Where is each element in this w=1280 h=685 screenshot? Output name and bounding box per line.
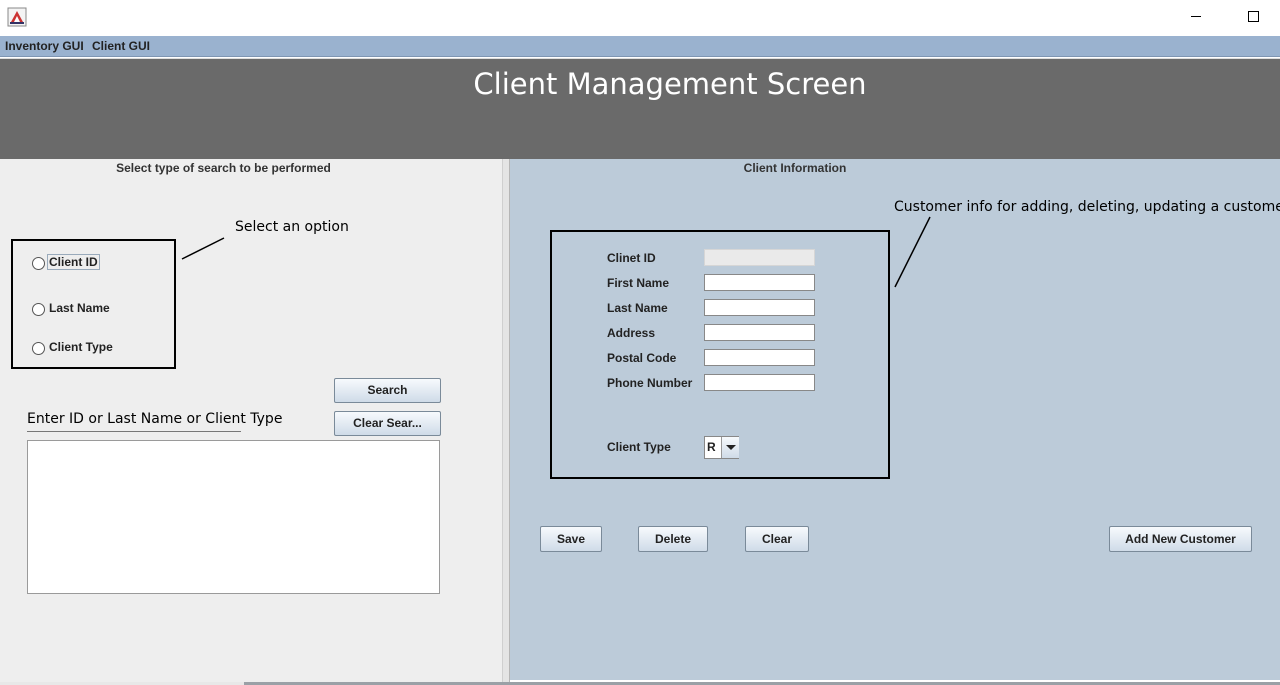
radio-last-name-label: Last Name	[49, 301, 110, 315]
window-title-bar	[0, 0, 1280, 36]
minimize-button[interactable]	[1184, 8, 1208, 26]
maximize-button[interactable]	[1242, 8, 1266, 26]
chevron-down-icon[interactable]	[721, 437, 739, 458]
add-new-customer-button[interactable]: Add New Customer	[1109, 526, 1252, 552]
search-type-group: Client ID Last Name Client Type	[11, 239, 176, 369]
menu-bar: Inventory GUI Client GUI	[0, 36, 1280, 57]
search-input[interactable]: Enter ID or Last Name or Client Type	[27, 411, 282, 432]
search-panel-heading: Select type of search to be performed	[116, 161, 331, 175]
client-type-selected-value: R	[707, 440, 716, 454]
last-name-label: Last Name	[607, 301, 668, 315]
radio-button[interactable]	[32, 342, 45, 355]
save-button[interactable]: Save	[540, 526, 602, 552]
clear-button[interactable]: Clear	[745, 526, 809, 552]
last-name-field[interactable]	[704, 299, 815, 316]
phone-number-label: Phone Number	[607, 376, 693, 390]
select-option-annotation: Select an option	[235, 219, 349, 235]
split-pane-divider[interactable]	[502, 159, 510, 682]
search-button[interactable]: Search	[334, 378, 441, 403]
clear-search-button[interactable]: Clear Sear...	[334, 411, 441, 436]
page-title: Client Management Screen	[473, 67, 867, 101]
search-panel: Select type of search to be performed Se…	[0, 159, 502, 682]
radio-client-type-label: Client Type	[49, 340, 113, 354]
radio-button[interactable]	[32, 303, 45, 316]
java-app-icon	[7, 7, 27, 27]
first-name-field[interactable]	[704, 274, 815, 291]
client-form-group: Clinet ID First Name Last Name Address P…	[550, 230, 890, 479]
address-label: Address	[607, 326, 656, 340]
address-field[interactable]	[704, 324, 815, 341]
client-id-label: Clinet ID	[607, 251, 656, 265]
client-type-dropdown[interactable]: R	[704, 436, 739, 459]
menu-inventory-gui[interactable]: Inventory GUI	[5, 39, 84, 53]
customer-info-annotation: Customer info for adding, deleting, upda…	[894, 199, 1280, 215]
radio-button[interactable]	[32, 257, 45, 270]
phone-number-field[interactable]	[704, 374, 815, 391]
annotation-pointer-line	[181, 237, 225, 260]
delete-button[interactable]: Delete	[638, 526, 708, 552]
client-type-label: Client Type	[607, 440, 671, 454]
client-id-field	[704, 249, 815, 266]
postal-code-label: Postal Code	[607, 351, 677, 365]
annotation-pointer-line	[894, 216, 931, 288]
header-banner: Client Management Screen	[0, 58, 1280, 159]
radio-client-id-label: Client ID	[47, 254, 100, 270]
client-information-heading: Client Information	[743, 161, 847, 175]
first-name-label: First Name	[607, 276, 670, 290]
menu-client-gui[interactable]: Client GUI	[92, 39, 150, 53]
search-results-area[interactable]	[27, 440, 440, 594]
client-information-panel: Client Information Customer info for add…	[510, 159, 1280, 680]
postal-code-field[interactable]	[704, 349, 815, 366]
